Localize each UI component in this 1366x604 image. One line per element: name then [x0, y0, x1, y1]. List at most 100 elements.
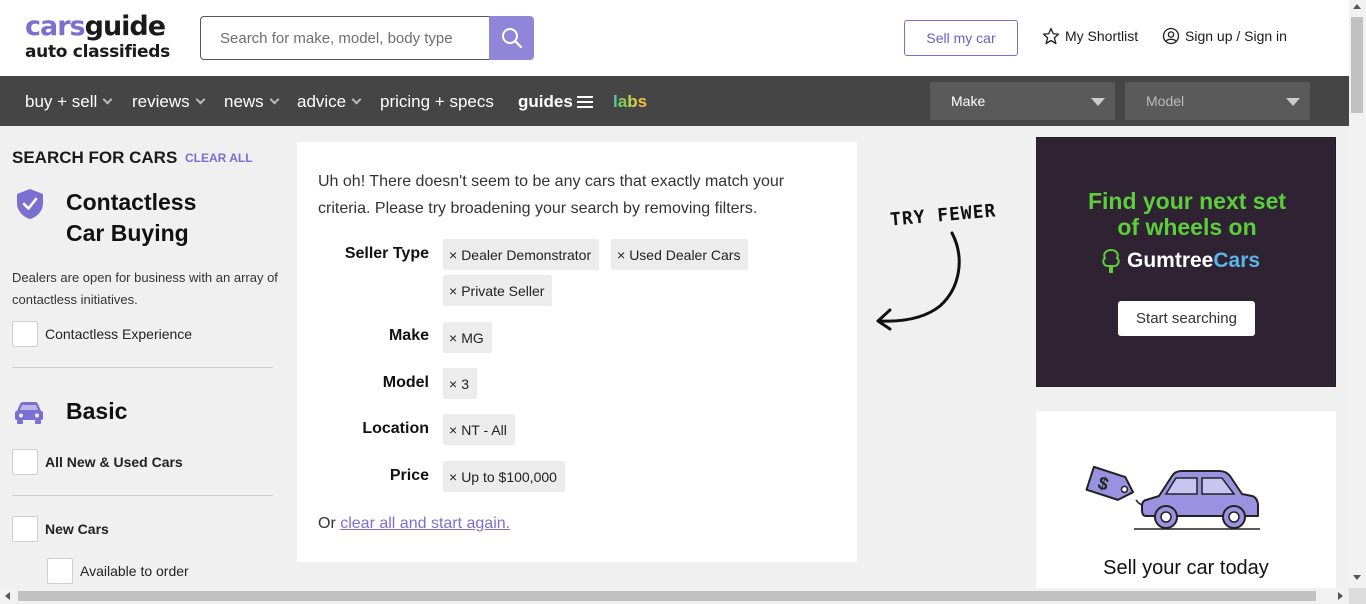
shortlist-label: My Shortlist	[1065, 28, 1139, 44]
chip-label: Dealer Demonstrator	[461, 246, 592, 263]
sell-your-car-title: Sell your car today	[1103, 557, 1269, 579]
checkbox[interactable]	[47, 558, 73, 584]
gumtree-cars-logo: Gumtree Cars	[1101, 248, 1260, 274]
or-text: Or	[318, 515, 341, 532]
option-label: Available to order	[80, 563, 189, 579]
tree-icon	[1102, 248, 1120, 273]
filter-label-seller-type: Seller Type	[344, 245, 429, 262]
sell-your-car-ad[interactable]: $ Sell your car today	[1036, 411, 1336, 591]
signin-label: Sign up / Sign in	[1185, 28, 1287, 44]
scrollbar-corner	[1349, 588, 1366, 604]
dropdown-arrow-icon	[1286, 98, 1300, 106]
scroll-up-arrow-icon[interactable]	[1353, 4, 1361, 9]
scroll-right-arrow-icon[interactable]	[1338, 592, 1343, 600]
dropdown-arrow-icon	[1091, 98, 1105, 106]
model-select-label: Model	[1146, 93, 1185, 109]
chip-label: Up to $100,000	[461, 468, 557, 485]
my-shortlist-link[interactable]: My Shortlist	[1042, 27, 1138, 45]
filter-label-price: Price	[389, 467, 429, 484]
nav-item-reviews[interactable]: reviews	[132, 92, 206, 112]
scroll-left-arrow-icon[interactable]	[5, 592, 10, 600]
scroll-down-arrow-icon[interactable]	[1353, 575, 1361, 580]
gumtree-headline: Find your next set of wheels on	[1087, 188, 1287, 240]
car-icon	[15, 402, 43, 424]
make-select[interactable]: Make	[930, 82, 1115, 120]
all-new-used-cars-option[interactable]: All New & Used Cars	[12, 449, 183, 475]
search-input[interactable]	[201, 17, 490, 59]
nav-item-buy-sell[interactable]: buy + sell	[25, 92, 113, 112]
curved-arrow-icon	[876, 231, 961, 331]
nav-item-labs[interactable]: labs	[613, 92, 647, 112]
filter-label-location: Location	[362, 420, 429, 437]
nav-item-pricing-specs[interactable]: pricing + specs	[380, 92, 494, 112]
cars-brand-text: Cars	[1213, 249, 1261, 272]
available-to-order-option[interactable]: Available to order	[47, 558, 189, 584]
filter-chip[interactable]: × 3	[443, 368, 477, 399]
contactless-experience-option[interactable]: Contactless Experience	[12, 321, 192, 347]
hamburger-icon	[576, 96, 593, 108]
vertical-scroll-thumb[interactable]	[1351, 17, 1363, 113]
checkbox[interactable]	[12, 449, 38, 475]
filter-chip[interactable]: × Used Dealer Cars	[611, 239, 749, 270]
divider	[12, 367, 273, 368]
checkbox[interactable]	[12, 516, 38, 542]
search-button[interactable]	[489, 16, 534, 60]
nav-label: news	[224, 92, 264, 111]
gumtree-brand-text: Gumtree	[1127, 249, 1214, 272]
remove-icon: ×	[449, 375, 458, 392]
vertical-scrollbar[interactable]	[1349, 0, 1366, 588]
chevron-down-icon	[195, 94, 206, 105]
clear-all-link[interactable]: CLEAR ALL	[185, 151, 253, 165]
try-fewer-hint: TRY FEWER	[889, 200, 998, 231]
contactless-description: Dealers are open for business with an ar…	[12, 270, 278, 307]
filter-chip[interactable]: × MG	[443, 322, 492, 353]
chevron-down-icon	[269, 94, 280, 105]
logo-cars-text: cars	[25, 11, 86, 42]
search-icon	[501, 28, 522, 49]
contactless-heading: Contactless Car Buying	[66, 187, 196, 249]
filter-label-make: Make	[388, 327, 429, 344]
make-select-label: Make	[951, 93, 986, 109]
filter-chip[interactable]: × Private Seller	[443, 275, 553, 306]
remove-icon: ×	[449, 329, 458, 346]
remove-icon: ×	[449, 282, 458, 299]
search-field[interactable]	[200, 16, 490, 60]
filter-chip[interactable]: × Dealer Demonstrator	[443, 239, 600, 270]
start-searching-button[interactable]: Start searching	[1118, 301, 1255, 336]
contactless-heading-line2: Car Buying	[66, 220, 189, 246]
nav-label: pricing + specs	[380, 92, 494, 111]
labs-label: labs	[613, 92, 648, 111]
checkbox[interactable]	[12, 321, 38, 347]
gumtree-ad[interactable]: Find your next set of wheels on Gumtree C…	[1036, 137, 1336, 387]
horizontal-scroll-thumb[interactable]	[18, 591, 1316, 601]
sell-my-car-button[interactable]: Sell my car	[904, 20, 1018, 56]
nav-label: guides	[518, 92, 573, 111]
nav-item-news[interactable]: news	[224, 92, 280, 112]
option-label: New Cars	[45, 521, 109, 537]
no-results-message: Uh oh! There doesn't seem to be any cars…	[318, 173, 785, 217]
filter-label-model: Model	[382, 374, 429, 391]
site-header: carsguide auto classifieds Sell my car M…	[0, 0, 1349, 76]
chevron-down-icon	[351, 94, 362, 105]
chip-label: NT - All	[461, 421, 507, 438]
remove-icon: ×	[449, 468, 458, 485]
nav-item-advice[interactable]: advice	[297, 92, 362, 112]
sidebar-title: SEARCH FOR CARS	[12, 148, 178, 167]
clear-all-line: Or clear all and start again.	[318, 515, 510, 533]
model-select[interactable]: Model	[1125, 82, 1310, 120]
new-cars-option[interactable]: New Cars	[12, 516, 109, 542]
user-icon	[1162, 27, 1180, 45]
remove-icon: ×	[449, 246, 458, 263]
shield-check-icon	[17, 189, 43, 219]
filter-chip[interactable]: × NT - All	[443, 414, 515, 445]
nav-item-guides[interactable]: guides	[518, 92, 593, 112]
filter-chip[interactable]: × Up to $100,000	[443, 461, 565, 492]
horizontal-scrollbar[interactable]	[0, 588, 1349, 604]
clear-all-start-again-link[interactable]: clear all and start again.	[340, 515, 510, 532]
contactless-heading-line1: Contactless	[66, 189, 197, 215]
chip-label: Used Dealer Cars	[629, 246, 741, 263]
carsguide-logo[interactable]: carsguide auto classifieds	[25, 11, 170, 63]
remove-icon: ×	[617, 246, 626, 263]
sign-in-link[interactable]: Sign up / Sign in	[1162, 27, 1287, 45]
chip-label: 3	[461, 375, 469, 392]
